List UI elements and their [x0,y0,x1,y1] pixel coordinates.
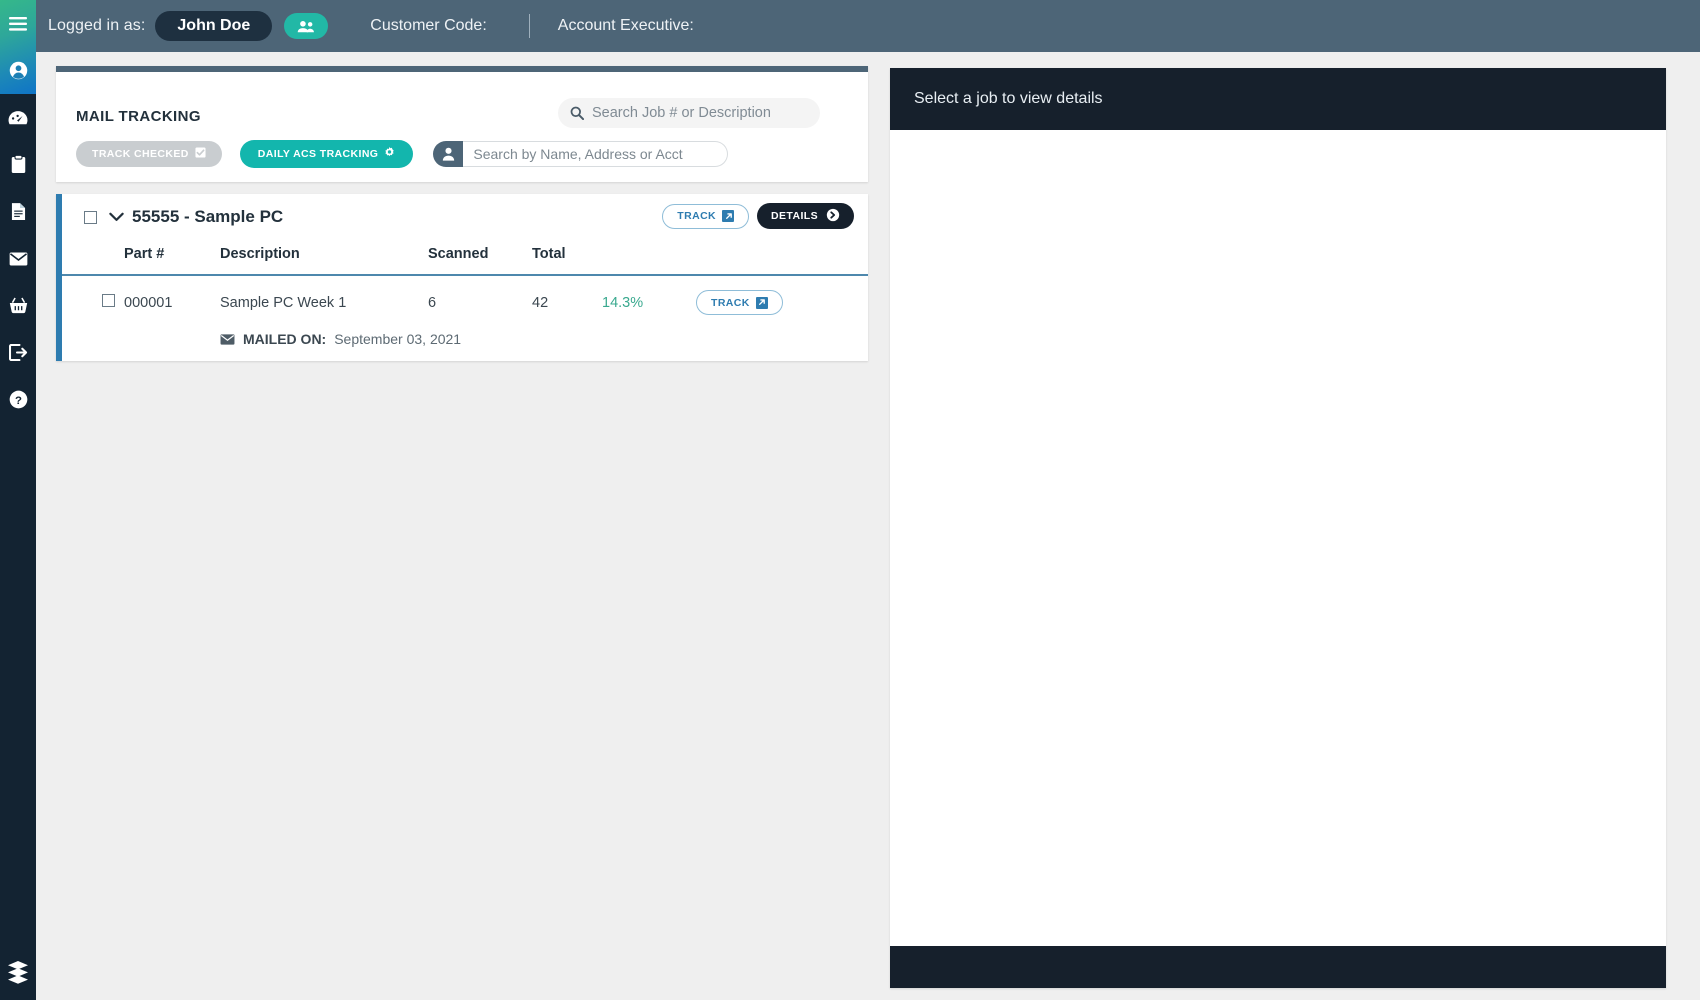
hamburger-menu-icon[interactable] [0,0,36,47]
user-circle-icon[interactable] [0,47,36,94]
logout-icon[interactable] [0,329,36,376]
job-track-label: TRACK [677,210,717,222]
name-search-input[interactable] [463,141,729,167]
arrow-right-circle-icon [826,208,840,225]
job-action-buttons: TRACK DETAILS [662,203,854,229]
mailed-spacer-1 [62,329,124,361]
job-details-panel: Select a job to view details [890,68,1666,988]
mailed-on-label: MAILED ON: [243,331,327,347]
row-description: Sample PC Week 1 [220,294,347,311]
job-details-button[interactable]: DETAILS [757,203,854,229]
card-header: MAIL TRACKING TRACK CHECKED [56,72,868,182]
layers-diamond-logo [0,960,36,984]
filter-button-row: TRACK CHECKED DAILY ACS TRACKING [76,140,729,168]
table-head: Part # Description Scanned Total [62,240,868,275]
top-bar: Logged in as: John Doe Customer Code: Ac… [36,0,1700,52]
mail-tracking-column: MAIL TRACKING TRACK CHECKED [56,66,868,361]
details-panel-body [890,130,1666,946]
external-link-icon [755,296,768,309]
daily-acs-tracking-label: DAILY ACS TRACKING [257,148,379,160]
details-panel-header: Select a job to view details [890,68,1666,130]
topbar-divider [528,14,530,38]
name-search-field[interactable] [433,141,729,167]
user-name-pill[interactable]: John Doe [155,11,273,41]
table-header-row: Part # Description Scanned Total [62,240,868,275]
checkbox-checked-icon [195,147,206,161]
basket-icon[interactable] [0,282,36,329]
header-actions [696,240,868,275]
chevron-down-icon[interactable] [109,212,124,222]
row-part: 000001 [124,294,173,311]
daily-acs-tracking-button[interactable]: DAILY ACS TRACKING [239,140,414,168]
track-checked-button[interactable]: TRACK CHECKED [76,141,222,167]
row-track-button[interactable]: TRACK [696,290,783,315]
job-title: 55555 - Sample PC [132,207,284,226]
row-actions: TRACK [696,275,868,329]
mailed-on-cell: MAILED ON: September 03, 2021 [220,329,868,361]
header-scanned: Scanned [428,246,489,262]
job-track-button[interactable]: TRACK [662,203,750,229]
mailed-on-date: September 03, 2021 [334,331,462,347]
document-icon[interactable] [0,188,36,235]
row-percent: 14.3% [602,294,644,311]
job-card: 55555 - Sample PC TRACK DETAILS Part # D… [56,194,868,361]
gear-icon [384,147,395,161]
mail-tracking-card: MAIL TRACKING TRACK CHECKED [56,66,868,182]
envelope-icon [220,333,235,345]
job-parts-table: Part # Description Scanned Total 000001 [62,240,868,361]
row-checkbox[interactable] [102,294,115,307]
header-total: Total [532,246,566,262]
header-percent [602,240,696,275]
job-checkbox[interactable] [84,210,97,224]
logged-in-label: Logged in as: [48,17,146,34]
svg-text:?: ? [15,395,22,407]
mailed-on-row: MAILED ON: September 03, 2021 [62,329,868,361]
header-select [62,240,124,275]
users-icon[interactable] [284,13,329,39]
search-icon [570,106,584,120]
job-search-field[interactable] [558,98,820,128]
customer-code-label: Customer Code: [370,17,487,34]
details-empty-message: Select a job to view details [914,90,1103,107]
mailed-spacer-2 [124,329,220,361]
mailed-on: MAILED ON: September 03, 2021 [220,331,868,347]
job-header: 55555 - Sample PC TRACK DETAILS [62,194,868,240]
track-checked-label: TRACK CHECKED [92,148,189,160]
search-input[interactable] [592,105,808,121]
table-body: 000001 Sample PC Week 1 6 42 14.3% TRACK [62,275,868,361]
help-circle-icon[interactable]: ? [0,376,36,423]
row-scanned: 6 [428,294,437,311]
row-total: 42 [532,294,549,311]
header-part: Part # [124,246,165,262]
details-panel-footer [890,946,1666,988]
row-track-label: TRACK [711,296,750,309]
account-executive-label: Account Executive: [557,17,694,34]
external-link-icon [722,210,735,222]
table-row: 000001 Sample PC Week 1 6 42 14.3% TRACK [62,275,868,329]
sidebar: ? [0,0,36,1000]
sidebar-top-gradient [0,0,36,94]
row-checkbox-cell [62,275,124,329]
person-icon [433,141,464,167]
job-details-label: DETAILS [771,210,818,222]
dashboard-gauge-icon[interactable] [0,94,36,141]
header-description: Description [220,246,300,262]
app-root: ? Logged in as: John Doe Customer Code: … [0,0,1700,1000]
clipboard-icon[interactable] [0,141,36,188]
envelope-icon[interactable] [0,235,36,282]
